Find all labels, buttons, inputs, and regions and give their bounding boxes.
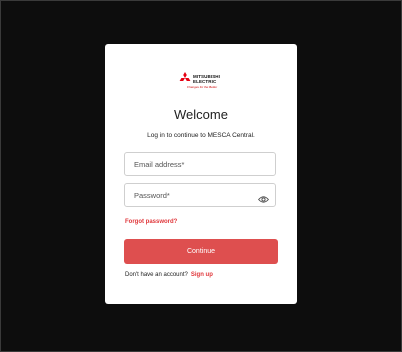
company-logo: MITSUBISHI ELECTRIC Changes for the Bett… [178, 72, 226, 90]
page-subtitle: Log in to continue to MESCA Central. [147, 132, 255, 139]
signup-link[interactable]: Sign up [191, 272, 213, 278]
eye-icon[interactable] [257, 191, 270, 203]
email-input[interactable] [134, 153, 254, 175]
email-field[interactable] [124, 152, 276, 176]
brand-line-2: ELECTRIC [193, 78, 217, 84]
signup-prompt: Don't have an account? [125, 272, 188, 278]
page-background: MITSUBISHI ELECTRIC Changes for the Bett… [0, 0, 402, 352]
signup-row: Don't have an account? Sign up [125, 272, 213, 278]
forgot-password-link[interactable]: Forgot password? [125, 219, 177, 225]
three-diamonds-icon [179, 72, 191, 81]
login-card: MITSUBISHI ELECTRIC Changes for the Bett… [105, 44, 297, 304]
brand-name: MITSUBISHI ELECTRIC [193, 74, 220, 84]
continue-button[interactable]: Continue [124, 239, 278, 264]
password-field[interactable] [124, 183, 276, 207]
page-title: Welcome [174, 107, 228, 122]
password-input[interactable] [134, 184, 254, 206]
brand-tagline: Changes for the Better [186, 85, 218, 89]
